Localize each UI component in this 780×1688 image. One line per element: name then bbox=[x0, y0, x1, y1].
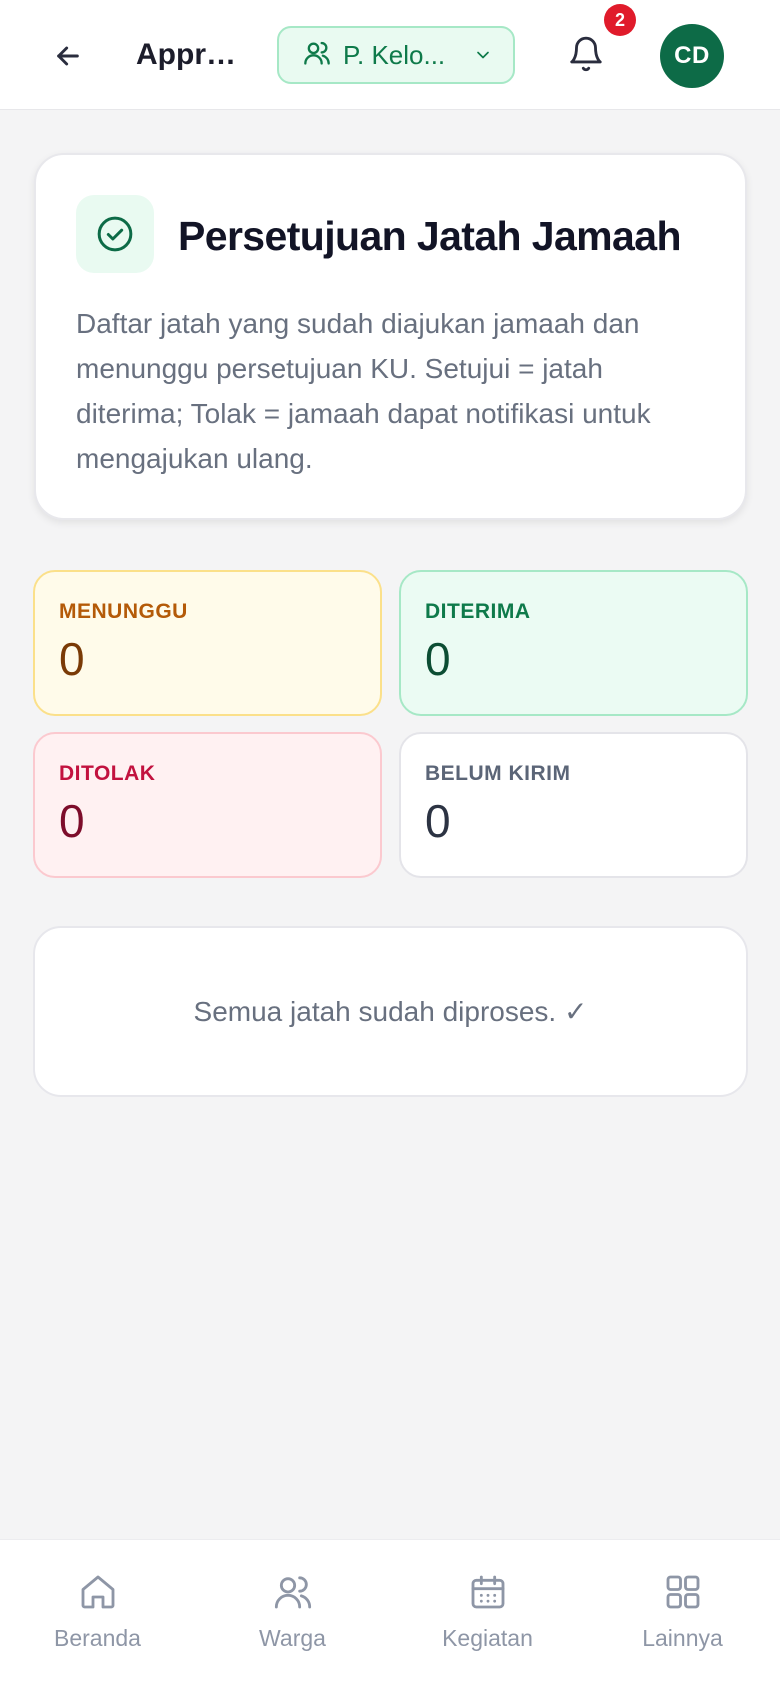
nav-item-label: Kegiatan bbox=[442, 1625, 533, 1651]
stat-not-sent-label: BELUM KIRIM bbox=[425, 762, 571, 785]
group-selector[interactable]: P. Kelo... bbox=[277, 26, 515, 84]
nav-item-beranda[interactable]: Beranda bbox=[0, 1540, 195, 1688]
stat-pending-card: MENUNGGU 0 bbox=[33, 570, 382, 716]
users-icon bbox=[273, 1572, 313, 1617]
nav-item-warga[interactable]: Warga bbox=[195, 1540, 390, 1688]
nav-item-lainnya[interactable]: Lainnya bbox=[585, 1540, 780, 1688]
users-icon bbox=[303, 39, 331, 72]
arrow-left-icon bbox=[52, 40, 84, 77]
notifications-button[interactable] bbox=[560, 30, 612, 82]
empty-state-card: Semua jatah sudah diproses. ✓ bbox=[33, 926, 748, 1097]
nav-item-label: Beranda bbox=[54, 1625, 141, 1651]
stat-not-sent-value: 0 bbox=[425, 795, 451, 847]
intro-title: Persetujuan Jatah Jamaah bbox=[178, 213, 681, 259]
group-selector-value: P. Kelo... bbox=[343, 39, 446, 70]
bottom-navigation: Beranda Warga Kegiatan Lainnya bbox=[0, 1539, 780, 1688]
stat-pending-value: 0 bbox=[59, 633, 85, 685]
intro-description: Daftar jatah yang sudah diajukan jamaah … bbox=[76, 308, 651, 474]
home-icon bbox=[78, 1572, 118, 1617]
intro-card: Persetujuan Jatah Jamaah Daftar jatah ya… bbox=[34, 153, 747, 520]
stat-not-sent-card: BELUM KIRIM 0 bbox=[399, 732, 748, 878]
chevron-down-icon bbox=[473, 45, 493, 65]
stat-rejected-card: DITOLAK 0 bbox=[33, 732, 382, 878]
bell-icon bbox=[567, 35, 605, 78]
stat-approved-card: DITERIMA 0 bbox=[399, 570, 748, 716]
top-app-bar: Appro... P. Kelo... 2 CD bbox=[0, 0, 780, 110]
check-circle-icon bbox=[76, 195, 154, 273]
stat-rejected-value: 0 bbox=[59, 795, 85, 847]
grid-icon bbox=[663, 1572, 703, 1617]
back-button[interactable] bbox=[44, 34, 92, 82]
notification-count-badge: 2 bbox=[604, 4, 636, 36]
nav-item-label: Warga bbox=[259, 1625, 326, 1651]
empty-state-message: Semua jatah sudah diproses. ✓ bbox=[193, 996, 588, 1027]
stat-pending-label: MENUNGGU bbox=[59, 600, 188, 623]
page-title: Appro... bbox=[136, 38, 246, 71]
stat-rejected-label: DITOLAK bbox=[59, 762, 156, 785]
stat-approved-label: DITERIMA bbox=[425, 600, 531, 623]
calendar-icon bbox=[468, 1572, 508, 1617]
stat-approved-value: 0 bbox=[425, 633, 451, 685]
user-avatar[interactable]: CD bbox=[660, 24, 724, 88]
approval-page: Appro... P. Kelo... 2 CD Persetujuan Jat… bbox=[0, 0, 780, 1688]
nav-item-label: Lainnya bbox=[642, 1625, 723, 1651]
nav-item-kegiatan[interactable]: Kegiatan bbox=[390, 1540, 585, 1688]
